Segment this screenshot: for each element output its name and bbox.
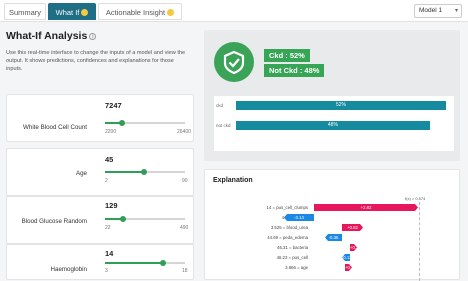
page-title: What-If Analysis i: [6, 30, 194, 42]
slider-min: 2: [105, 178, 108, 184]
slider-handle[interactable]: [141, 168, 148, 175]
slider-fill: [105, 262, 164, 264]
slider-fill: [105, 171, 145, 173]
waterfall-bar: -0.36: [325, 234, 342, 241]
waterfall-bar: +0.82: [342, 224, 363, 231]
slider-max: 26400: [177, 129, 191, 135]
prob-label: ckd: [216, 103, 224, 108]
prob-bar-ckd: 52%: [236, 101, 446, 110]
explanation-panel: Explanation f(x) = 0.574 14 = pus_cell_c…: [204, 169, 460, 281]
feature-slider[interactable]: [105, 168, 185, 175]
tab-what-if[interactable]: What If: [48, 3, 96, 20]
slider-max: 90: [182, 178, 188, 184]
prob-label: not ckd: [216, 123, 231, 128]
waterfall-bar: +0.15: [350, 245, 361, 250]
slider-max: 490: [180, 225, 189, 231]
page-title-text: What-If Analysis: [6, 30, 88, 42]
feature-name: Age: [75, 170, 87, 177]
feature-card-age: Age 45 2 90: [6, 148, 194, 196]
tab-actionable-insight[interactable]: Actionable Insight: [98, 3, 182, 20]
page-description: Use this real-time interface to change t…: [6, 50, 186, 72]
chevron-down-icon: ▾: [454, 8, 458, 14]
model-select-value: Model 1: [419, 7, 443, 14]
feature-name: White Blood Cell Count: [23, 124, 87, 131]
waterfall-label: 46.23 = pus_cell: [276, 255, 308, 260]
feature-card-haemoglobin: Haemoglobin 14 3 18: [6, 244, 194, 280]
explanation-title: Explanation: [213, 177, 253, 184]
feature-card-wbc: White Blood Cell Count 7247 2200 26400: [6, 94, 194, 142]
feature-name: Blood Glucose Random: [21, 218, 87, 225]
model-select[interactable]: Model 1 ▾: [414, 4, 462, 18]
tab-summary[interactable]: Summary: [4, 3, 46, 20]
fx-line: [419, 202, 420, 281]
class-not-ckd-badge: Not Ckd : 48%: [264, 64, 325, 77]
slider-handle[interactable]: [120, 215, 127, 222]
feature-name: Haemoglobin: [50, 266, 87, 273]
waterfall-label: 3.866 = age: [285, 265, 308, 270]
slider-min: 2200: [105, 129, 117, 135]
feature-slider[interactable]: [105, 259, 185, 266]
feature-value: 7247: [105, 101, 122, 110]
probability-chart: ckd 52% not ckd 48%: [214, 96, 454, 151]
slider-handle[interactable]: [118, 119, 125, 126]
smiley-icon: [167, 9, 175, 16]
top-bar: Summary What If Actionable Insight Model…: [0, 0, 468, 22]
slider-handle[interactable]: [160, 259, 167, 266]
fx-label: f(x) = 0.574: [405, 196, 426, 201]
waterfall-bar: +0.1: [345, 265, 354, 270]
slider-min: 3: [105, 268, 108, 274]
class-ckd-badge: Ckd : 52%: [264, 49, 310, 62]
waterfall-label: 14 = pus_cell_clumps: [266, 205, 308, 210]
tab-actionable-insight-label: Actionable Insight: [105, 8, 166, 17]
feature-value: 14: [105, 249, 114, 258]
feature-slider[interactable]: [105, 215, 185, 222]
slider-max: 18: [182, 268, 188, 274]
prediction-icon-circle: [214, 42, 254, 82]
feature-value: 45: [105, 155, 114, 164]
waterfall-bar: +2.82: [314, 204, 418, 211]
waterfall-label: 3.525 = blood_urea: [270, 225, 308, 230]
feature-card-blood-glucose: Blood Glucose Random 129 22 490: [6, 196, 194, 244]
info-icon[interactable]: i: [89, 33, 97, 40]
what-if-panel: What-If Analysis i Use this real-time int…: [6, 30, 194, 280]
feature-slider[interactable]: [105, 119, 185, 126]
smiley-icon: [81, 9, 89, 16]
feature-value: 129: [105, 201, 118, 210]
prob-bar-not-ckd: 48%: [236, 121, 430, 130]
waterfall-bar: -3.14: [284, 214, 314, 221]
prediction-panel: Ckd : 52% Not Ckd : 48% ckd 52% not ckd …: [204, 30, 460, 161]
waterfall-label: 46.31 = bacteria: [277, 245, 308, 250]
tab-summary-label: Summary: [8, 8, 42, 17]
tab-what-if-label: What If: [55, 8, 80, 17]
shield-check-icon: [223, 50, 245, 75]
slider-min: 22: [105, 225, 111, 231]
waterfall-label: 44.69 = peda_edema: [267, 235, 308, 240]
waterfall-bar: -0.12: [342, 254, 352, 261]
